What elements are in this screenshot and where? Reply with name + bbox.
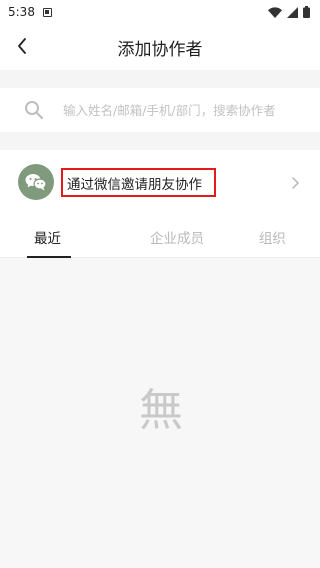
status-bar: 5:38: [0, 0, 320, 24]
wechat-invite-label[interactable]: 通过微信邀请朋友协作: [61, 168, 216, 197]
back-button[interactable]: [8, 32, 36, 60]
tab-label: 组织: [258, 230, 286, 247]
status-icons: [268, 6, 310, 18]
tab-label: 最近: [34, 230, 61, 247]
wifi-icon: [268, 6, 282, 18]
tab-recent[interactable]: 最近: [0, 216, 129, 258]
empty-state-glyph: 無: [139, 385, 183, 436]
search-input[interactable]: [63, 98, 313, 122]
chevron-right-icon: [292, 177, 299, 189]
page-title: 添加协作者: [117, 39, 203, 60]
battery-icon: [303, 6, 310, 18]
signal-icon: [287, 6, 298, 18]
search-bar: [0, 88, 320, 132]
section-divider: [0, 132, 320, 150]
tab-label: 企业成员: [149, 230, 204, 247]
wechat-invite-text: 通过微信邀请朋友协作: [67, 176, 202, 193]
wechat-avatar: [18, 164, 54, 200]
notification-icon: [42, 7, 52, 17]
tab-enterprise-members[interactable]: 企业成员: [129, 216, 224, 257]
status-time: 5:38: [8, 5, 35, 19]
tab-organization[interactable]: 组织: [225, 216, 320, 257]
wechat-icon: [25, 174, 47, 191]
section-divider: [0, 70, 320, 88]
tab-bar: 最近 企业成员 组织: [0, 216, 320, 258]
search-icon: [25, 101, 44, 120]
nav-bar: 添加协作者: [0, 24, 320, 70]
chevron-left-icon: [18, 38, 26, 54]
